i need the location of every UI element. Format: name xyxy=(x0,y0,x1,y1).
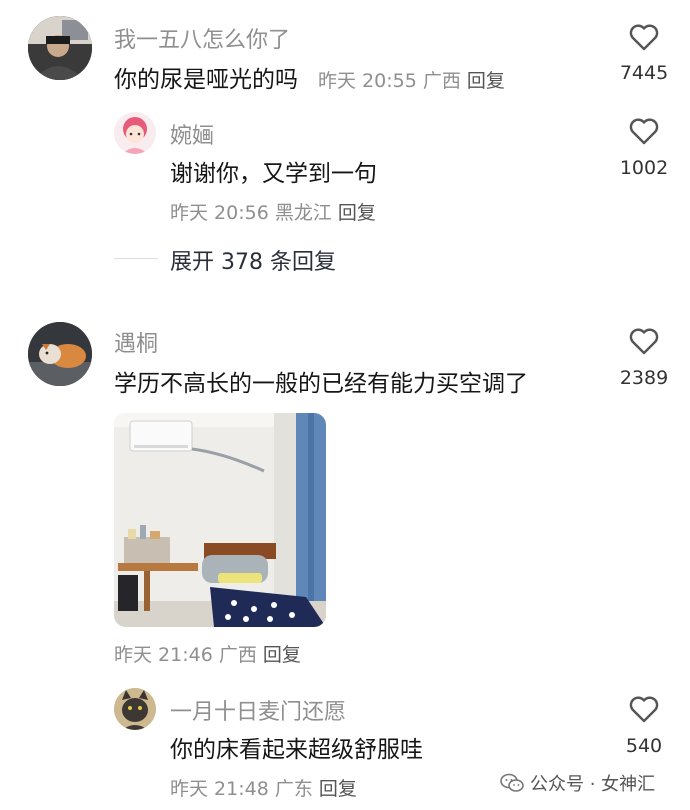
expand-divider xyxy=(114,258,158,259)
username-2[interactable]: 婉婳 xyxy=(170,118,214,150)
comment-location-4: 广东 xyxy=(274,778,313,800)
reply-button-2[interactable]: 回复 xyxy=(338,202,376,224)
avatar-commenter-2[interactable] xyxy=(28,322,92,386)
avatar-commenter-1[interactable] xyxy=(28,16,92,80)
comment-text-1: 你的尿是哑光的吗 xyxy=(114,67,298,93)
comment-text-2: 谢谢你，又学到一句 xyxy=(170,161,377,187)
heart-icon[interactable] xyxy=(628,326,660,356)
like-count-3: 2389 xyxy=(619,367,669,389)
avatar-replier-2[interactable] xyxy=(114,688,156,730)
comment-location-1: 广西 xyxy=(422,70,461,92)
reply-button-4[interactable]: 回复 xyxy=(319,778,357,800)
comment-time-2: 昨天 20:56 xyxy=(170,202,269,224)
comment-time-3: 昨天 21:46 xyxy=(114,644,213,666)
avatar-replier-1[interactable] xyxy=(114,112,156,154)
like-count-4: 540 xyxy=(625,735,663,757)
like-count-1: 7445 xyxy=(619,62,669,84)
reply-button-3[interactable]: 回复 xyxy=(263,644,301,666)
watermark: 公众号 · 女神汇 xyxy=(500,770,655,796)
comment-location-3: 广西 xyxy=(218,644,257,666)
heart-icon[interactable] xyxy=(628,22,660,52)
username-3[interactable]: 遇桐 xyxy=(114,326,158,358)
comment-text-4: 你的床看起来超级舒服哇 xyxy=(170,737,423,763)
username-4[interactable]: 一月十日麦门还愿 xyxy=(170,694,346,726)
username-1[interactable]: 我一五八怎么你了 xyxy=(114,22,290,54)
comment-text-3: 学历不高长的一般的已经有能力买空调了 xyxy=(114,371,528,397)
comment-time-4: 昨天 21:48 xyxy=(170,778,269,800)
wechat-icon xyxy=(500,773,524,792)
comment-time-1: 昨天 20:55 xyxy=(318,70,417,92)
expand-replies-button[interactable]: 展开 378 条回复 xyxy=(170,244,336,276)
comment-photo-bedroom[interactable] xyxy=(114,413,326,627)
comment-meta-2: 昨天 20:56 黑龙江 回复 xyxy=(170,198,376,225)
comment-meta-1: 昨天 20:55 广西 回复 xyxy=(318,66,505,93)
heart-icon[interactable] xyxy=(628,694,660,724)
reply-button-1[interactable]: 回复 xyxy=(467,70,505,92)
comment-location-2: 黑龙江 xyxy=(274,202,332,224)
heart-icon[interactable] xyxy=(628,116,660,146)
comment-meta-3: 昨天 21:46 广西 回复 xyxy=(114,640,301,667)
like-count-2: 1002 xyxy=(619,157,669,179)
watermark-text: 公众号 · 女神汇 xyxy=(530,774,656,795)
comment-meta-4: 昨天 21:48 广东 回复 xyxy=(170,774,357,801)
